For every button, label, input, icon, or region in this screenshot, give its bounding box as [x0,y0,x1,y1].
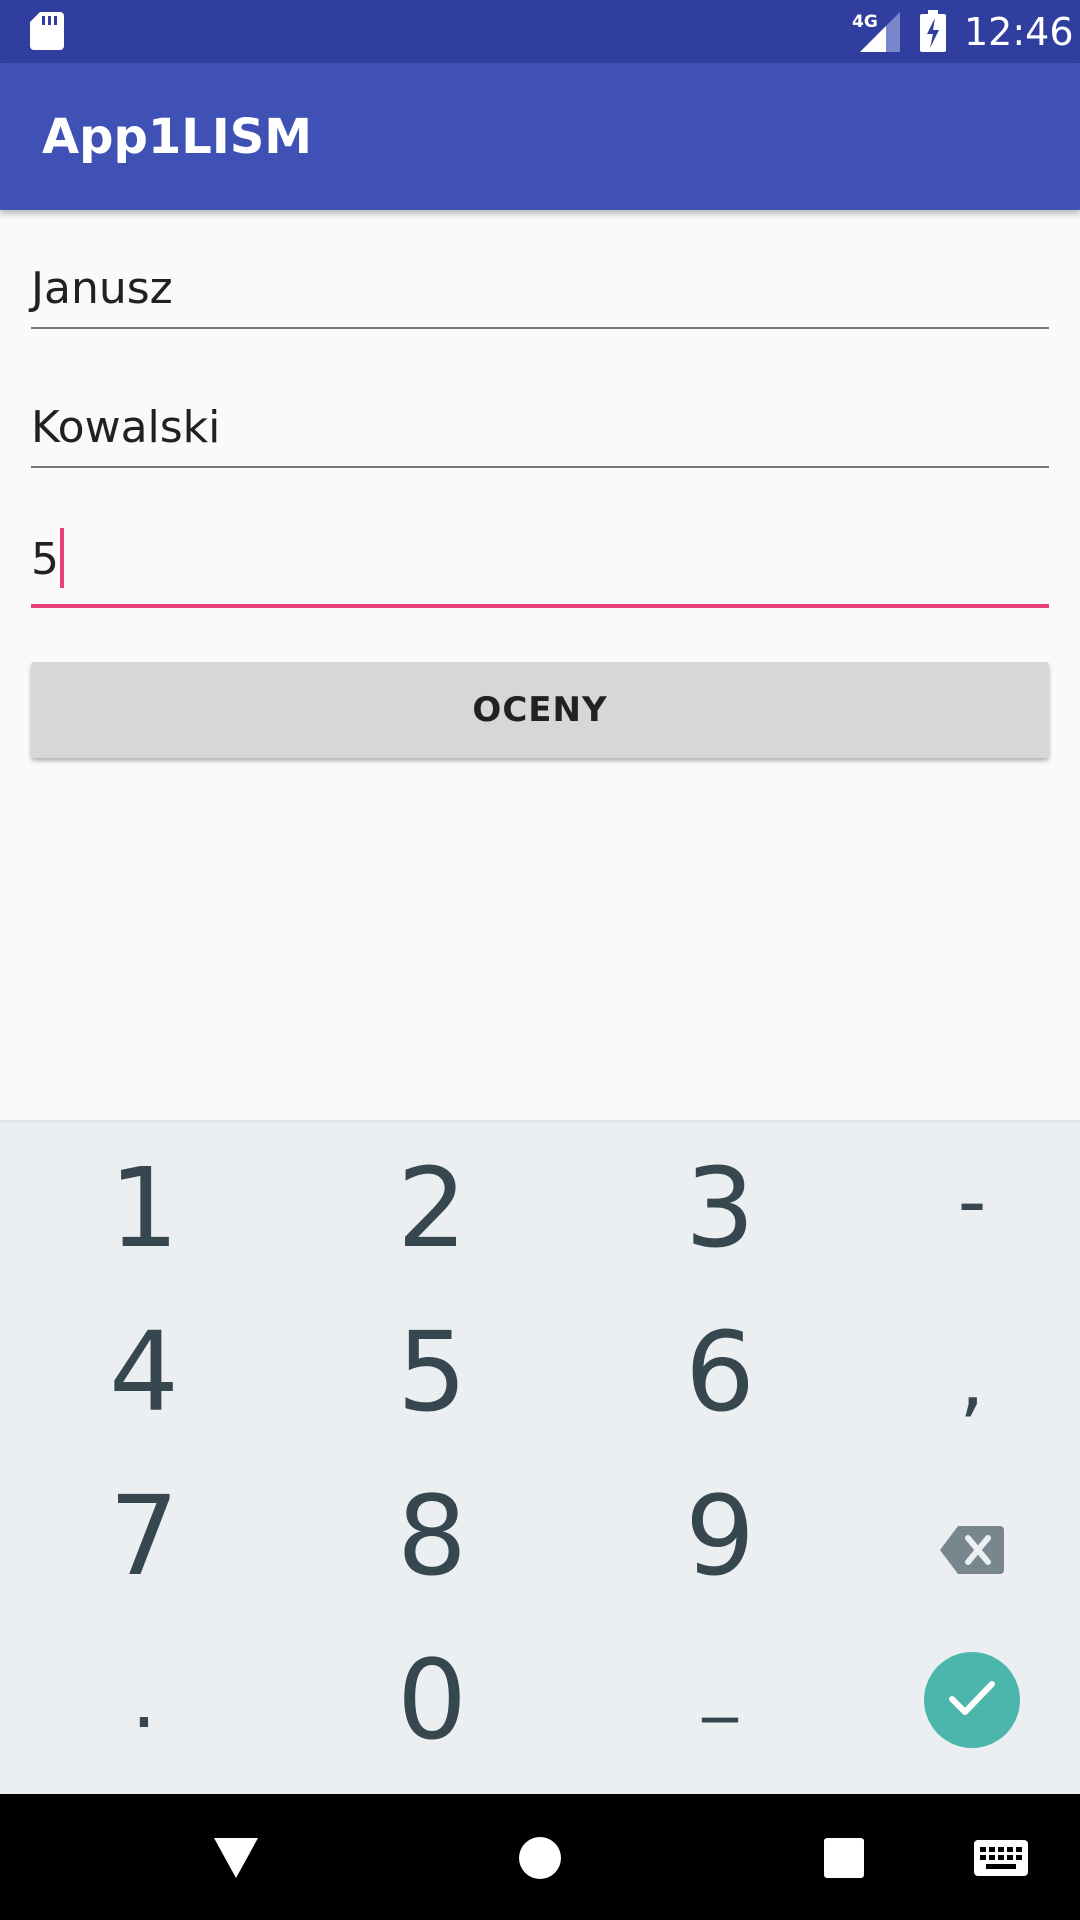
last-name-field[interactable]: Kowalski [31,394,1049,468]
grade-value-wrap: 5 [31,528,64,592]
key-2[interactable]: 2 [332,1138,532,1278]
grade-field[interactable]: 5 [31,528,1049,608]
backspace-icon [940,1481,1004,1591]
battery-charging-icon [920,10,946,56]
key-3[interactable]: 3 [620,1138,820,1278]
text-cursor [60,528,64,588]
oceny-button[interactable]: OCENY [31,662,1049,758]
key-0[interactable]: 0 [332,1630,532,1770]
key-8[interactable]: 8 [332,1466,532,1606]
backspace-key[interactable] [872,1466,1072,1606]
app-title: App1LISM [42,109,313,165]
grade-value: 5 [31,534,59,585]
sd-card-icon [30,12,64,54]
back-icon[interactable] [214,1838,258,1882]
recents-icon[interactable] [824,1838,864,1882]
key-comma[interactable]: , [872,1310,1072,1450]
app-bar: App1LISM [0,63,1080,210]
check-icon [947,1678,997,1722]
key-9[interactable]: 9 [620,1466,820,1606]
key-7[interactable]: 7 [44,1466,244,1606]
home-icon[interactable] [518,1836,562,1884]
status-bar: 4G 12:46 [0,0,1080,63]
key-minus[interactable]: - [872,1132,1072,1272]
clock: 12:46 [964,10,1074,54]
key-5[interactable]: 5 [332,1302,532,1442]
first-name-value: Janusz [31,263,173,314]
keyboard-icon[interactable] [974,1840,1028,1880]
signal-icon [860,12,900,56]
key-period[interactable]: . [44,1630,244,1770]
navigation-bar [0,1794,1080,1920]
key-6[interactable]: 6 [620,1302,820,1442]
key-4[interactable]: 4 [44,1302,244,1442]
key-1[interactable]: 1 [44,1138,244,1278]
last-name-value: Kowalski [31,402,221,453]
key-underscore[interactable]: _ [620,1612,820,1752]
enter-key[interactable] [924,1652,1020,1748]
first-name-field[interactable]: Janusz [31,255,1049,329]
